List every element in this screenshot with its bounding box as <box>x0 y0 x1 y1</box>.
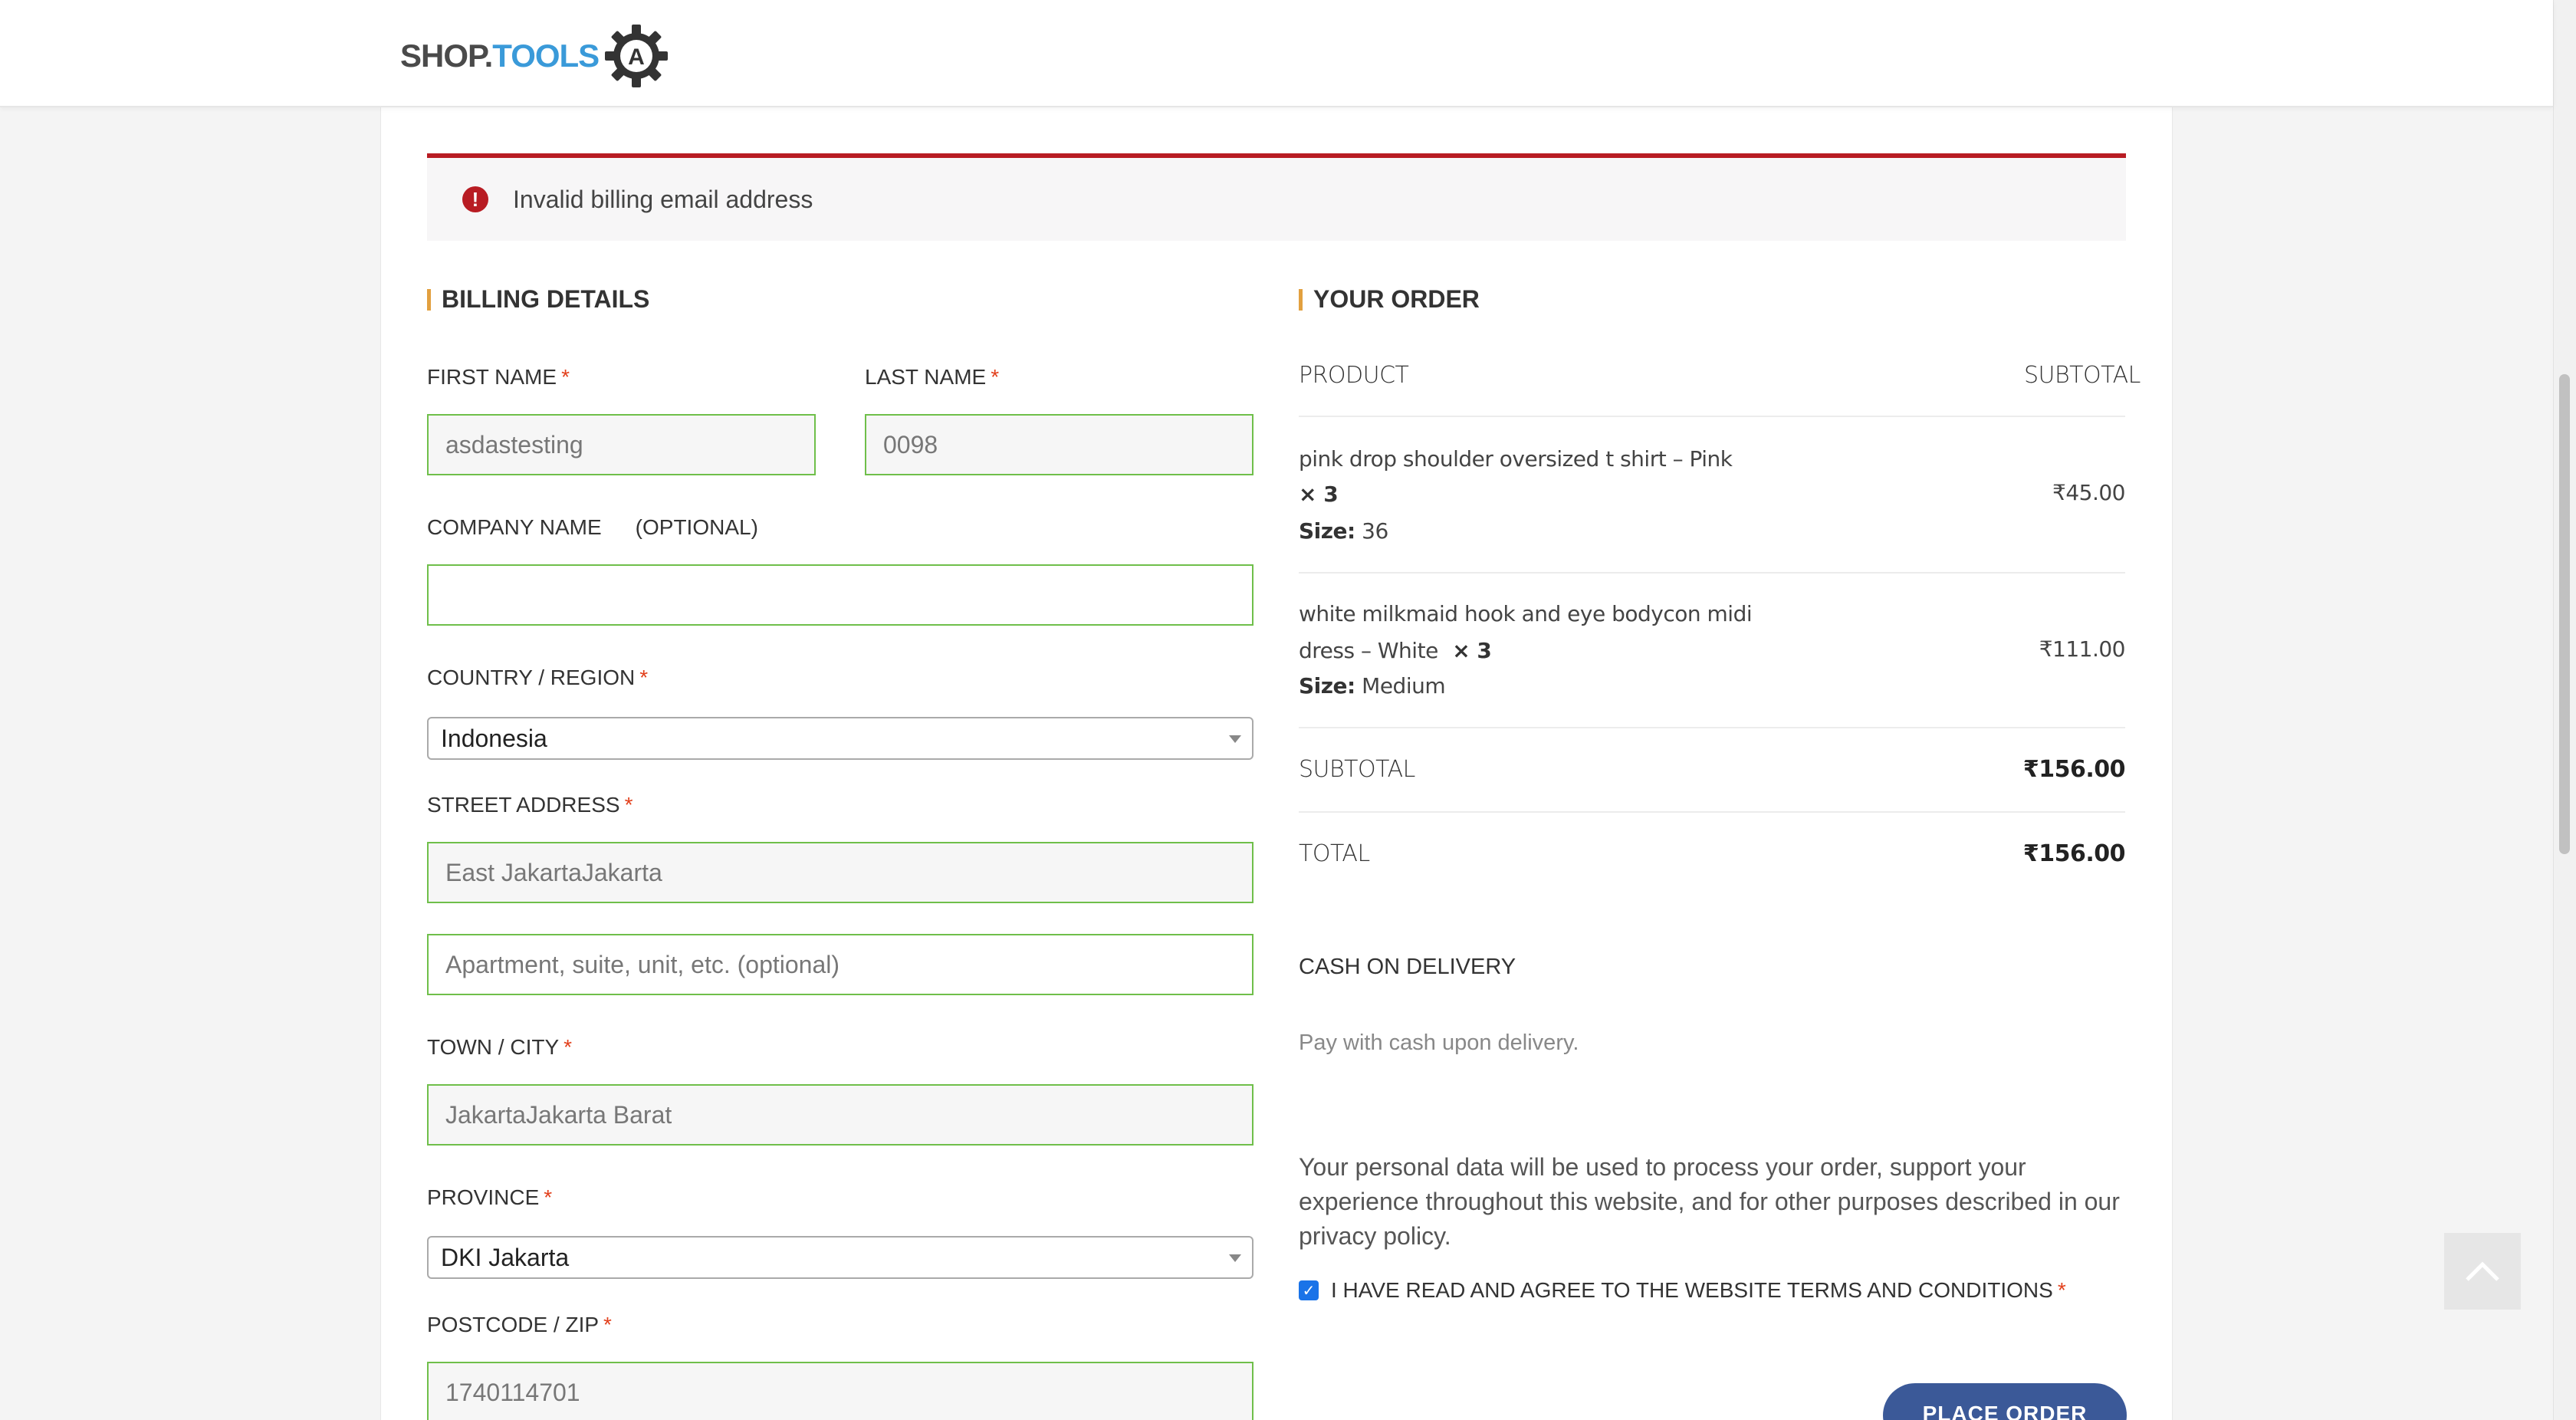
row-divider <box>1299 416 2125 417</box>
logo-tools-text: TOOLS <box>492 38 600 74</box>
city-label-text: TOWN / CITY <box>427 1035 560 1059</box>
first-name-label: FIRST NAME * <box>427 365 570 390</box>
chevron-up-icon <box>2466 1261 2499 1281</box>
required-marker: * <box>544 1185 553 1209</box>
company-name-label: COMPANY NAME (OPTIONAL) <box>427 515 758 540</box>
subtotal-label: SUBTOTAL <box>1299 756 1415 783</box>
first-name-label-text: FIRST NAME <box>427 365 557 389</box>
place-order-button[interactable]: PLACE ORDER <box>1883 1383 2127 1420</box>
size-key: Size: <box>1299 673 1355 698</box>
subtotal-column-header: SUBTOTAL <box>2024 362 2141 389</box>
last-name-label: LAST NAME * <box>865 365 999 390</box>
required-marker: * <box>639 666 649 689</box>
country-select[interactable]: Indonesia <box>427 717 1254 760</box>
required-marker: * <box>624 793 633 817</box>
city-label: TOWN / CITY * <box>427 1035 572 1060</box>
chevron-down-icon <box>1229 735 1241 743</box>
terms-row: ✓ I HAVE READ AND AGREE TO THE WEBSITE T… <box>1299 1278 2066 1303</box>
required-marker: * <box>603 1313 612 1336</box>
province-label-text: PROVINCE <box>427 1185 540 1209</box>
site-header: SHOP. TOOLS A <box>0 0 2553 107</box>
apartment-field[interactable]: Apartment, suite, unit, etc. (optional) <box>427 934 1254 995</box>
gear-logo-icon: A <box>605 25 669 87</box>
required-marker: * <box>991 365 1000 389</box>
error-notice: ! Invalid billing email address <box>427 153 2126 241</box>
province-select-value: DKI Jakarta <box>441 1243 570 1271</box>
error-message: Invalid billing email address <box>513 185 813 213</box>
product-column-header: PRODUCT <box>1299 362 1409 389</box>
logo-badge-letter: A <box>628 44 645 70</box>
row-divider <box>1299 811 2125 813</box>
order-item-2-name-line2: dress – White × 3 <box>1299 638 1492 663</box>
required-marker: * <box>2057 1278 2066 1302</box>
company-name-label-text: COMPANY NAME <box>427 515 602 539</box>
order-item-2-price: ₹111.00 <box>2039 636 2126 662</box>
required-marker: * <box>561 365 570 389</box>
billing-details-title: BILLING DETAILS <box>427 285 649 314</box>
postcode-label-text: POSTCODE / ZIP <box>427 1313 600 1336</box>
size-value: 36 <box>1362 518 1388 544</box>
order-item-1-name: pink drop shoulder oversized t shirt – P… <box>1299 446 1733 472</box>
order-item-2-size: Size: Medium <box>1299 673 1446 698</box>
province-label: PROVINCE * <box>427 1185 552 1210</box>
payment-method-label: CASH ON DELIVERY <box>1299 955 1516 979</box>
city-field[interactable]: JakartaJakarta Barat <box>427 1084 1254 1146</box>
shop-tools-logo[interactable]: SHOP. TOOLS A <box>400 21 671 90</box>
error-icon: ! <box>462 186 488 212</box>
row-divider <box>1299 572 2125 574</box>
street-address-field[interactable]: East JakartaJakarta <box>427 842 1254 903</box>
province-select[interactable]: DKI Jakarta <box>427 1236 1254 1279</box>
order-item-1-qty: × 3 <box>1299 482 1339 507</box>
page-scrollbar-thumb[interactable] <box>2559 374 2570 854</box>
optional-marker: (OPTIONAL) <box>635 515 758 539</box>
postcode-field[interactable]: 1740114701 <box>427 1362 1254 1420</box>
country-label-text: COUNTRY / REGION <box>427 666 636 689</box>
company-name-field[interactable] <box>427 564 1254 626</box>
logo-shop-text: SHOP. <box>400 38 493 74</box>
country-select-value: Indonesia <box>441 724 547 752</box>
terms-checkbox[interactable]: ✓ <box>1299 1280 1319 1300</box>
last-name-label-text: LAST NAME <box>865 365 987 389</box>
required-marker: * <box>564 1035 573 1059</box>
last-name-field[interactable]: 0098 <box>865 414 1254 475</box>
postcode-label: POSTCODE / ZIP * <box>427 1313 612 1337</box>
order-item-2-qty: × 3 <box>1452 638 1492 663</box>
privacy-notice: Your personal data will be used to proce… <box>1299 1153 2120 1250</box>
terms-label[interactable]: I HAVE READ AND AGREE TO THE WEBSITE TER… <box>1331 1278 2053 1303</box>
title-accent-bar <box>427 288 431 311</box>
order-item-1-size: Size: 36 <box>1299 518 1388 544</box>
street-address-label: STREET ADDRESS * <box>427 793 632 817</box>
total-value: ₹156.00 <box>2022 840 2126 867</box>
first-name-field[interactable]: asdastesting <box>427 414 816 475</box>
billing-details-title-text: BILLING DETAILS <box>442 285 650 313</box>
row-divider <box>1299 727 2125 728</box>
size-key: Size: <box>1299 518 1355 544</box>
size-value: Medium <box>1362 673 1446 698</box>
back-to-top-button[interactable] <box>2444 1233 2521 1310</box>
payment-method-description: Pay with cash upon delivery. <box>1299 1030 1579 1055</box>
subtotal-value: ₹156.00 <box>2022 756 2126 783</box>
order-item-1-qty-line: × 3 <box>1299 482 1339 507</box>
order-item-2-name: white milkmaid hook and eye bodycon midi <box>1299 601 1753 626</box>
order-item-1-price: ₹45.00 <box>2052 480 2125 505</box>
country-label: COUNTRY / REGION * <box>427 666 648 690</box>
street-address-label-text: STREET ADDRESS <box>427 793 620 817</box>
your-order-title: YOUR ORDER <box>1299 285 1480 314</box>
chevron-down-icon <box>1229 1254 1241 1262</box>
title-accent-bar <box>1299 288 1303 311</box>
your-order-title-text: YOUR ORDER <box>1313 285 1480 313</box>
total-label: TOTAL <box>1299 840 1370 867</box>
order-item-2-name-cont: dress – White <box>1299 638 1438 663</box>
